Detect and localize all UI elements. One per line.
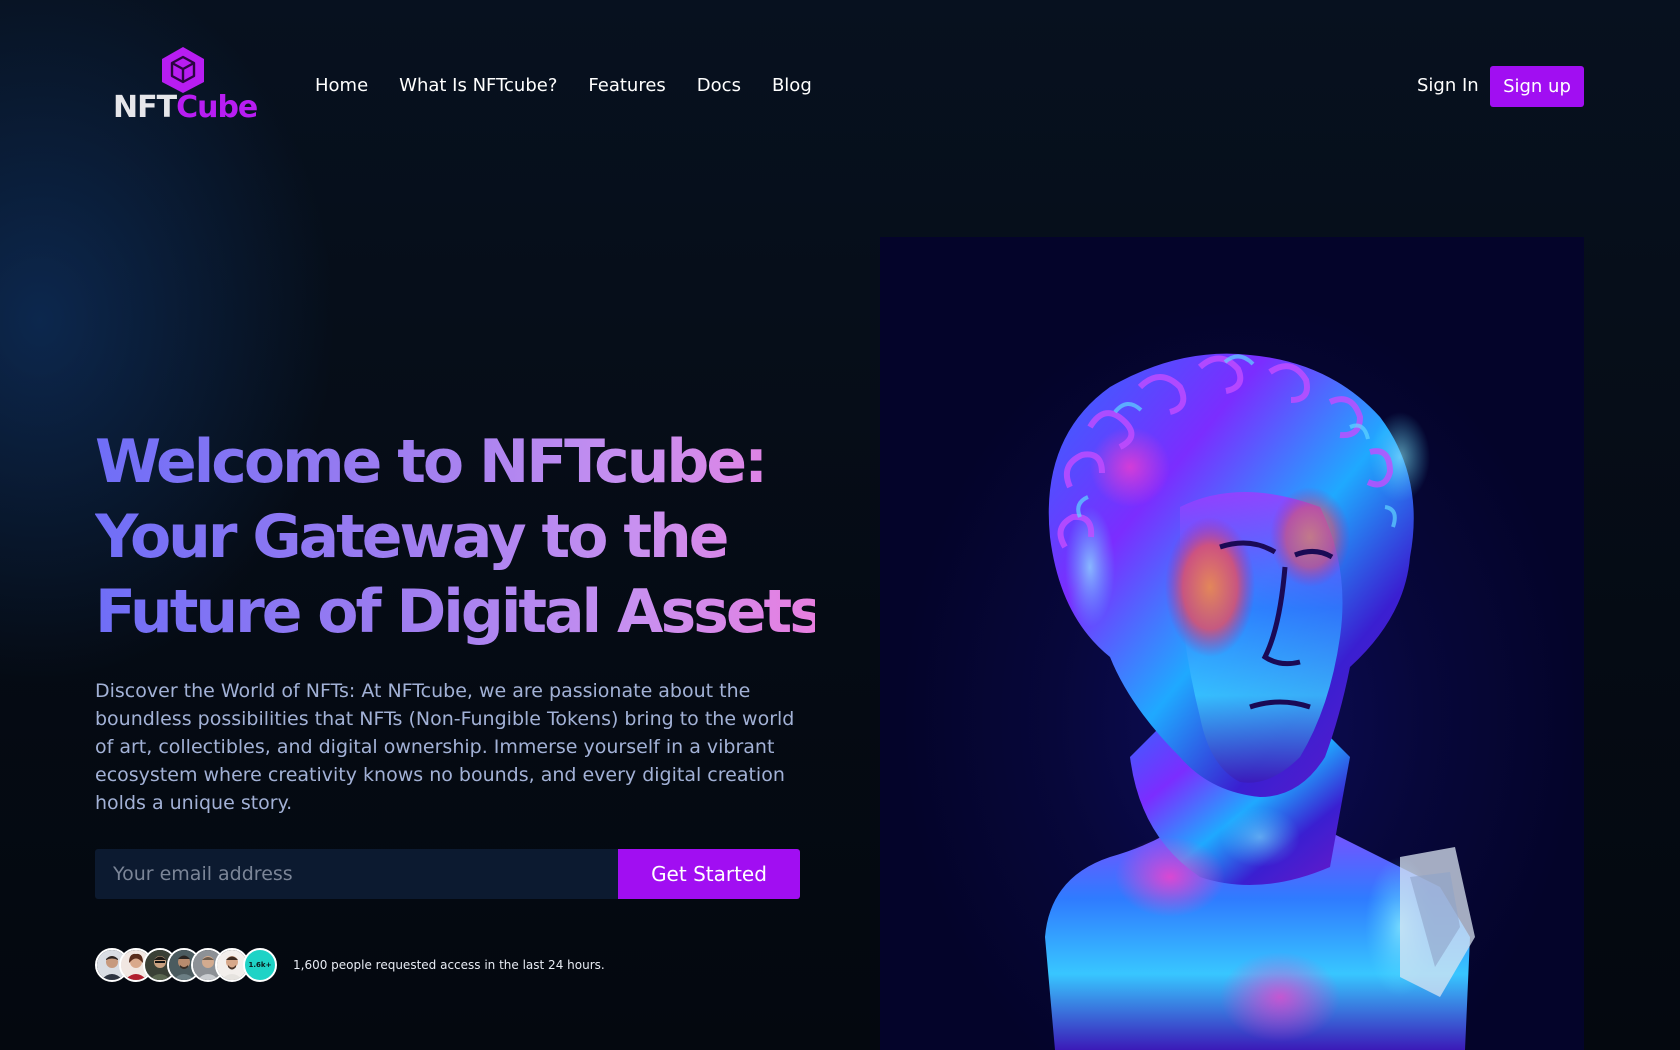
hero-image: [880, 237, 1584, 1050]
nav-item-what-is-nftcube[interactable]: What Is NFTcube?: [399, 72, 557, 100]
hero-headline: Welcome to NFTcube: Your Gateway to the …: [95, 425, 815, 650]
nav-item-home[interactable]: Home: [315, 72, 368, 100]
hero-headline-line-1: Welcome to NFTcube:: [95, 427, 766, 497]
hero-description: Discover the World of NFTs: At NFTcube, …: [95, 680, 795, 814]
email-input[interactable]: [95, 849, 618, 899]
nav-item-features[interactable]: Features: [588, 72, 665, 100]
social-proof-text: 1,600 people requested access in the las…: [293, 958, 605, 972]
sign-in-link[interactable]: Sign In: [1417, 72, 1479, 100]
brand-wordmark: NFTCube: [113, 90, 258, 126]
brand-wordmark-cube: Cube: [176, 90, 258, 125]
avatar-count-badge: 1.6k+: [243, 948, 277, 982]
main-nav: Home What Is NFTcube? Features Docs Blog: [315, 72, 843, 100]
nav-item-docs[interactable]: Docs: [697, 72, 741, 100]
sign-up-button[interactable]: Sign up: [1490, 66, 1584, 107]
hero-headline-line-3: Future of Digital Assets!: [95, 577, 847, 647]
statue-bust-image: [1045, 353, 1475, 1050]
get-started-button[interactable]: Get Started: [618, 849, 800, 899]
cube-icon: [162, 47, 204, 93]
brand-logo[interactable]: NFTCube: [113, 46, 258, 128]
avatar-stack: 1.6k+: [95, 948, 281, 982]
nav-item-blog[interactable]: Blog: [772, 72, 812, 100]
hero-headline-line-2: Your Gateway to the: [95, 502, 727, 572]
email-signup-form: Get Started: [95, 849, 800, 899]
brand-wordmark-nft: NFT: [113, 90, 177, 125]
site-header: NFTCube Home What Is NFTcube? Features D…: [0, 0, 1680, 170]
